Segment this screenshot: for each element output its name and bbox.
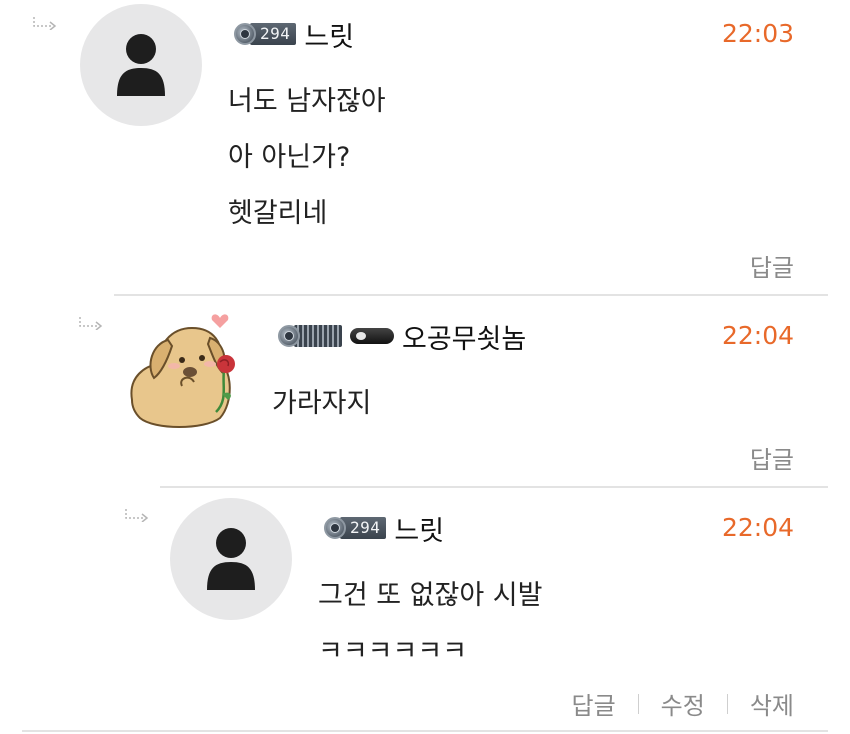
avatar[interactable] — [124, 306, 246, 430]
comment-body: 너도 남자잖아 아 아닌가? 헷갈리네 — [228, 74, 386, 242]
divider — [114, 294, 828, 296]
reply-button[interactable]: 답글 — [750, 248, 794, 283]
delete-button[interactable]: 삭제 — [750, 686, 794, 721]
divider — [22, 730, 828, 732]
avatar[interactable] — [80, 4, 202, 126]
level-emblem-icon — [234, 23, 256, 45]
comment-line: 그건 또 없잖아 시발 — [318, 580, 543, 611]
level-number — [294, 325, 342, 347]
reply-button[interactable]: 답글 — [750, 440, 794, 475]
comment-author: 294 느릿 — [324, 509, 444, 548]
level-number: 294 — [340, 517, 387, 539]
comment-author: 294 느릿 — [234, 15, 354, 54]
level-number: 294 — [250, 23, 297, 45]
comment-author: 오공무쇳놈 — [278, 317, 526, 356]
comment-line: 너도 남자잖아 — [228, 86, 386, 117]
avatar[interactable] — [170, 498, 292, 620]
comment-line: ㅋㅋㅋㅋㅋㅋ — [318, 636, 468, 667]
nickname[interactable]: 느릿 — [394, 509, 444, 548]
level-emblem-icon — [278, 325, 300, 347]
comment-time: 22:04 — [721, 513, 794, 542]
comment-actions: 답글 수정 삭제 — [571, 686, 794, 721]
comment-line: 헷갈리네 — [228, 198, 328, 229]
edit-button[interactable]: 수정 — [661, 686, 705, 721]
level-badge: 294 — [324, 514, 387, 542]
level-emblem-icon — [324, 517, 346, 539]
reply-button[interactable]: 답글 — [571, 686, 615, 721]
action-separator — [726, 693, 728, 714]
dog-with-rose-icon — [130, 314, 235, 428]
comment-body: 그건 또 없잖아 시발 ㅋㅋㅋㅋㅋㅋ — [318, 568, 542, 680]
level-badge: 294 — [234, 20, 297, 48]
comment-line: 아 아닌가? — [228, 142, 351, 173]
level-badge — [278, 322, 342, 350]
comment-thread: 294 느릿 22:03 너도 남자잖아 아 아닌가? 헷갈리네 답글 오공무쇳… — [0, 0, 850, 734]
comment-actions: 답글 — [750, 248, 794, 283]
person-silhouette-icon — [117, 34, 165, 96]
nickname[interactable]: 느릿 — [304, 15, 354, 54]
comment-time: 22:04 — [721, 321, 794, 350]
divider — [160, 486, 828, 488]
comment-line: 가라자지 — [272, 388, 372, 419]
reply-arrow-icon — [124, 508, 150, 522]
nickname[interactable]: 오공무쇳놈 — [402, 317, 526, 356]
comment-actions: 답글 — [750, 440, 794, 475]
action-separator — [637, 693, 639, 714]
reply-arrow-icon — [78, 316, 104, 330]
item-badge-icon — [350, 323, 394, 349]
comment-time: 22:03 — [721, 19, 794, 48]
reply-arrow-icon — [32, 16, 58, 30]
person-silhouette-icon — [207, 528, 255, 590]
comment-body: 가라자지 — [272, 376, 371, 432]
